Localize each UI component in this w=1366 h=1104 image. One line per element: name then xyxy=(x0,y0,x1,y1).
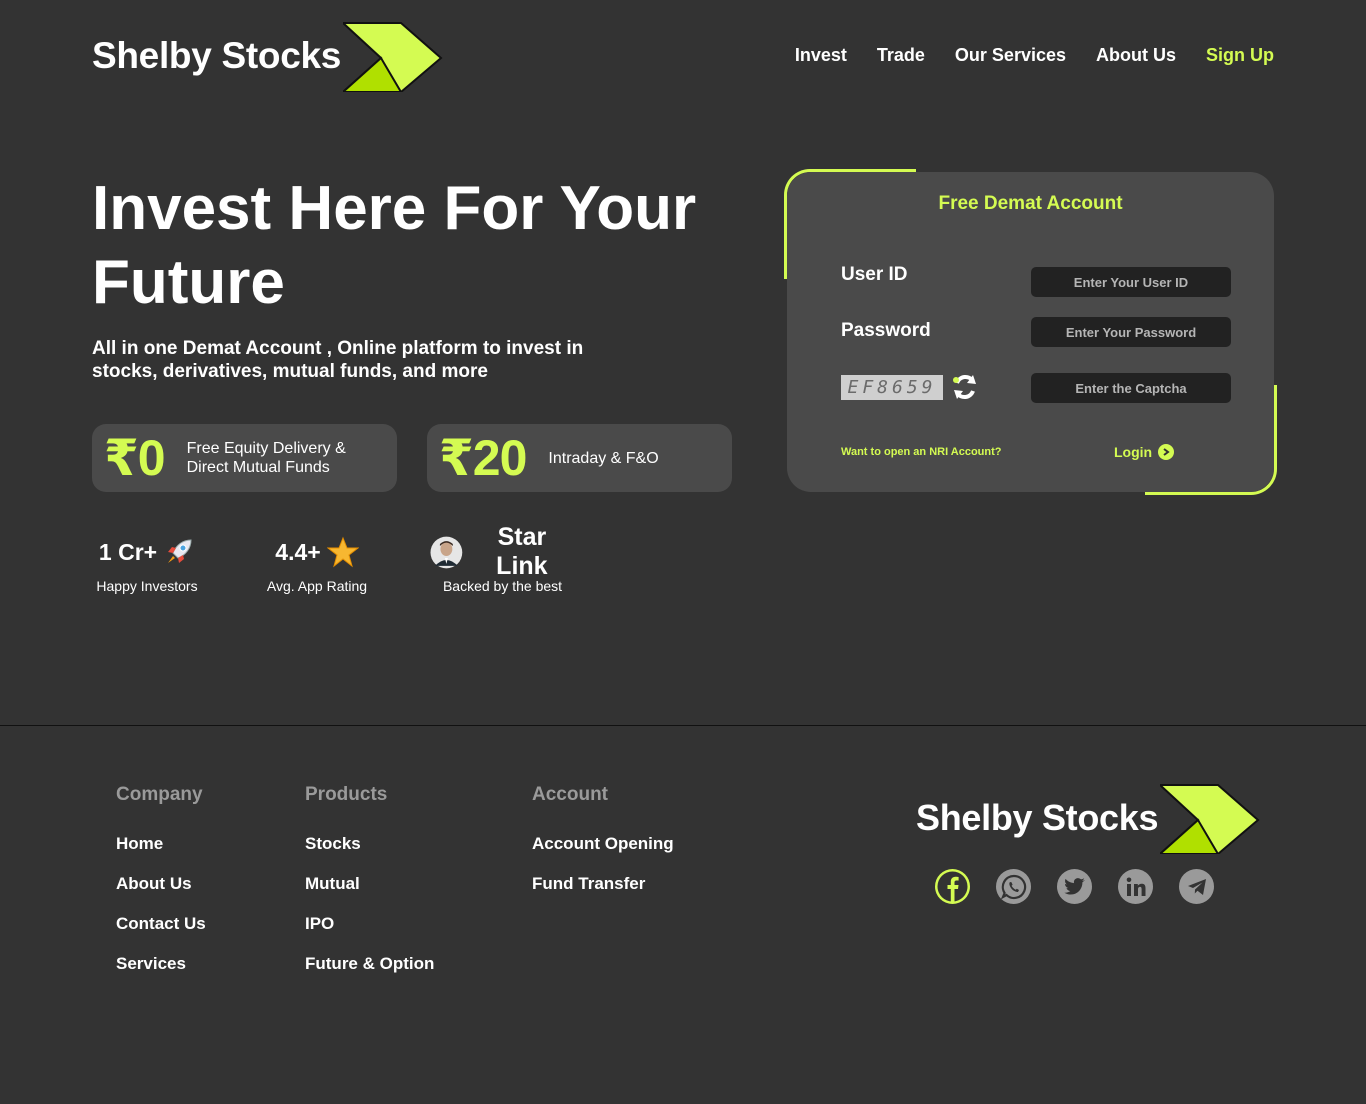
captcha-image: EF8659 xyxy=(841,375,943,400)
pricing-pill-zero: ₹0 Free Equity Delivery & Direct Mutual … xyxy=(92,424,397,492)
facebook-icon[interactable] xyxy=(935,869,970,904)
logo-chevron-icon xyxy=(343,22,443,92)
password-input[interactable] xyxy=(1031,317,1231,347)
login-label: Login xyxy=(1114,444,1153,460)
footer-column-products: Products Stocks Mutual IPO Future & Opti… xyxy=(305,784,434,974)
footer-brand-name: Shelby Stocks xyxy=(916,797,1159,838)
telegram-icon[interactable] xyxy=(1179,869,1214,904)
footer-brand-logo[interactable]: Shelby Stocks xyxy=(916,782,1262,854)
stat-value: Star Link xyxy=(496,523,548,580)
footer-link-future-option[interactable]: Future & Option xyxy=(305,954,434,974)
footer-link-ipo[interactable]: IPO xyxy=(305,914,434,934)
stat-label: Avg. App Rating xyxy=(266,578,368,594)
twitter-icon[interactable] xyxy=(1057,869,1092,904)
brand-logo[interactable]: Shelby Stocks xyxy=(92,20,445,92)
main-nav: Invest Trade Our Services About Us Sign … xyxy=(795,45,1274,66)
footer-divider xyxy=(0,725,1366,726)
footer-link-contact-us[interactable]: Contact Us xyxy=(116,914,206,934)
user-id-input[interactable] xyxy=(1031,267,1231,297)
nri-account-link[interactable]: Want to open an NRI Account? xyxy=(841,446,1002,458)
footer-link-home[interactable]: Home xyxy=(116,834,206,854)
hero-subtitle: All in one Demat Account , Online platfo… xyxy=(92,338,584,382)
whatsapp-icon[interactable] xyxy=(996,869,1031,904)
pill-value: ₹20 xyxy=(439,430,527,486)
social-links xyxy=(935,869,1214,904)
footer-heading: Products xyxy=(305,784,388,805)
footer-column-account: Account Account Opening Fund Transfer xyxy=(532,784,674,894)
pill-text: Intraday & F&O xyxy=(548,449,659,467)
stat-backed-by: Star Link Backed by the best xyxy=(430,523,575,594)
nav-about-us[interactable]: About Us xyxy=(1096,45,1176,66)
footer-heading: Account xyxy=(532,784,608,805)
footer-heading: Company xyxy=(116,784,203,805)
card-title: Free Demat Account xyxy=(938,193,1123,214)
footer-link-services[interactable]: Services xyxy=(116,954,206,974)
nav-our-services[interactable]: Our Services xyxy=(955,45,1066,66)
brand-name: Shelby Stocks xyxy=(92,35,342,76)
stat-value: 4.4+ xyxy=(275,538,321,565)
stat-label: Happy Investors xyxy=(96,578,198,594)
captcha-input[interactable] xyxy=(1031,373,1231,403)
user-id-label: User ID xyxy=(841,264,908,285)
avatar xyxy=(430,536,463,568)
login-button[interactable]: Login xyxy=(1114,444,1175,460)
linkedin-icon[interactable] xyxy=(1118,869,1153,904)
footer-link-stocks[interactable]: Stocks xyxy=(305,834,434,854)
nav-trade[interactable]: Trade xyxy=(877,45,925,66)
footer-link-mutual[interactable]: Mutual xyxy=(305,874,434,894)
stat-investors: 1 Cr+ Happy Investors xyxy=(92,536,202,595)
nav-sign-up[interactable]: Sign Up xyxy=(1206,45,1274,66)
stat-value: 1 Cr+ xyxy=(98,538,158,565)
footer-column-company: Company Home About Us Contact Us Service… xyxy=(116,784,206,974)
stat-label: Backed by the best xyxy=(442,578,563,594)
footer-link-fund-transfer[interactable]: Fund Transfer xyxy=(532,874,674,894)
hero-title: Invest Here For Your Future xyxy=(92,174,697,317)
rocket-icon xyxy=(168,539,192,563)
arrow-right-icon xyxy=(1158,444,1175,460)
logo-chevron-icon xyxy=(1160,784,1260,854)
footer-link-about-us[interactable]: About Us xyxy=(116,874,206,894)
pill-value: ₹0 xyxy=(104,430,166,486)
star-icon xyxy=(326,536,359,568)
stat-rating: 4.4+ Avg. App Rating xyxy=(262,536,372,594)
pill-text: Free Equity Delivery & Direct Mutual Fun… xyxy=(186,440,346,476)
refresh-captcha-icon[interactable] xyxy=(951,373,979,401)
footer-link-account-opening[interactable]: Account Opening xyxy=(532,834,674,854)
nav-invest[interactable]: Invest xyxy=(795,45,847,66)
pricing-pill-twenty: ₹20 Intraday & F&O xyxy=(427,424,732,492)
password-label: Password xyxy=(841,320,931,341)
